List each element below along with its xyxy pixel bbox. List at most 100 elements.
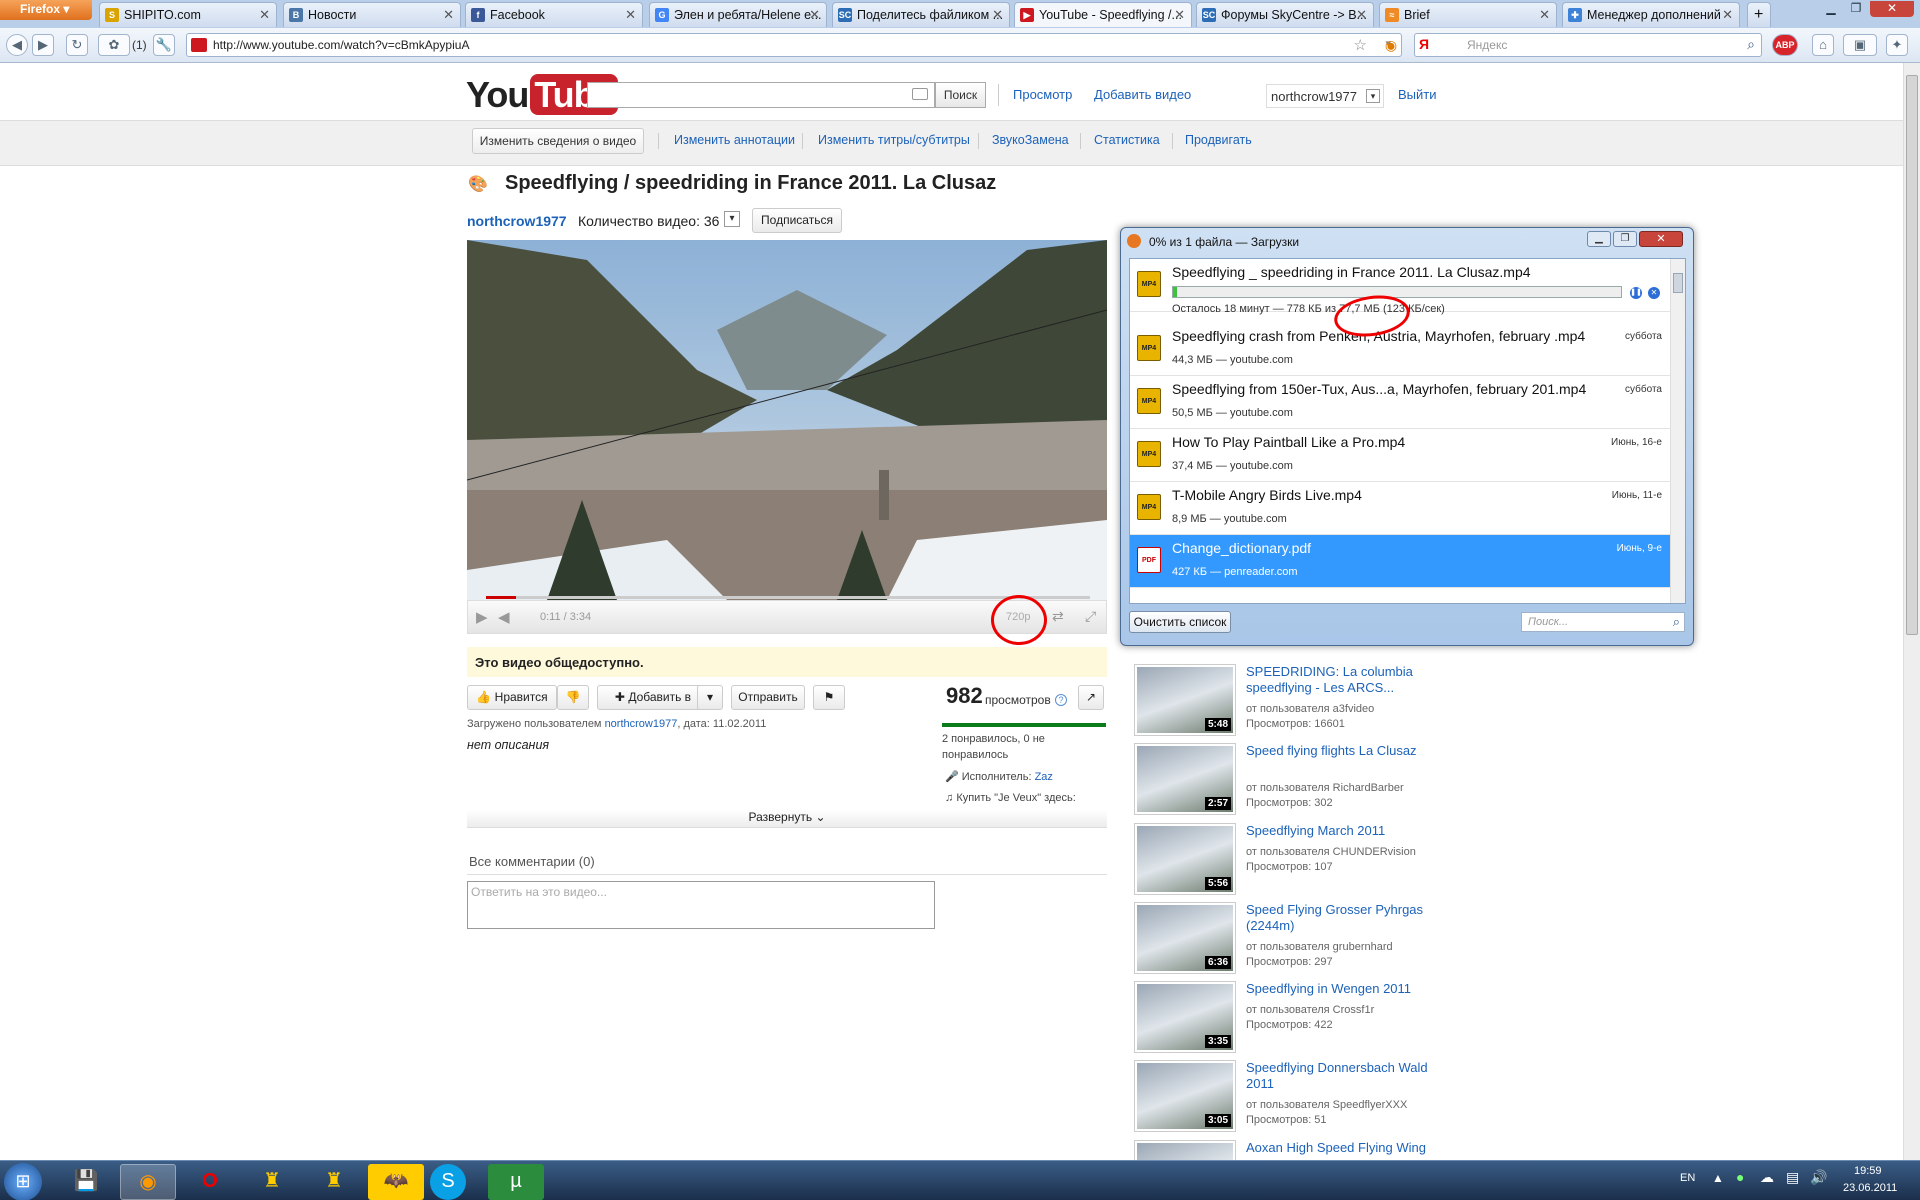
popout-icon[interactable]: ⇄ (1052, 608, 1064, 625)
download-item[interactable]: MP4 T-Mobile Angry Birds Live.mp4 8,9 МБ —… (1130, 482, 1670, 535)
owner-link[interactable]: Изменить титры/субтитры (818, 133, 970, 147)
fullscreen-icon[interactable]: ⤢ (1085, 608, 1096, 625)
related-title[interactable]: Speedflying in Wengen 2011 (1246, 981, 1436, 997)
pause-icon[interactable]: ❚❚ (1630, 287, 1642, 299)
wrench-icon[interactable]: 🔧 (153, 34, 175, 56)
like-button[interactable]: 👍 Нравится (467, 685, 557, 710)
browser-tab[interactable]: SC Поделитесь файликом ... ✕ (832, 2, 1010, 27)
network-icon[interactable]: ▤ (1786, 1169, 1799, 1186)
scrollbar-thumb[interactable] (1906, 75, 1918, 635)
browser-tab[interactable]: f Facebook ✕ (465, 2, 643, 27)
user-menu[interactable]: northcrow1977 ▾ (1266, 84, 1384, 108)
scrollbar-thumb[interactable] (1673, 273, 1683, 293)
new-tab-button[interactable]: + (1747, 2, 1771, 27)
download-item[interactable]: PDF Change_dictionary.pdf 427 КБ — penread… (1130, 535, 1670, 588)
addon-icon[interactable]: ✿ (98, 34, 130, 56)
scrollbar[interactable] (1670, 259, 1685, 603)
related-title[interactable]: Speedflying Donnersbach Wald 2011 (1246, 1060, 1436, 1092)
browser-tab[interactable]: ≈ Brief ✕ (1379, 2, 1557, 27)
browser-tab[interactable]: G Элен и ребята/Helene e... ✕ (649, 2, 827, 27)
opera-icon[interactable]: O (182, 1164, 238, 1200)
minimize-icon[interactable]: ▁ (1587, 231, 1611, 247)
owner-link[interactable]: Статистика (1094, 133, 1160, 147)
video-count[interactable]: Количество видео: 36 (578, 213, 719, 229)
tray-expand-icon[interactable]: ▲ (1712, 1171, 1724, 1185)
close-tab-icon[interactable]: ✕ (1722, 7, 1733, 23)
back-icon[interactable]: ◀ (6, 34, 28, 56)
video-thumbnail[interactable]: 3:35 (1134, 981, 1236, 1053)
related-video[interactable]: 2:57 Speed flying flights La Clusaz от пол… (1134, 743, 1434, 815)
download-item[interactable]: MP4 Speedflying from 150er-Tux, Aus...a, … (1130, 376, 1670, 429)
add-to-button[interactable]: ✚ Добавить в (597, 685, 709, 710)
dislike-button[interactable]: 👎 (557, 685, 589, 710)
uploader-link[interactable]: northcrow1977 (605, 718, 678, 730)
start-button[interactable]: ⊞ (4, 1163, 42, 1200)
close-tab-icon[interactable]: ✕ (259, 7, 270, 23)
buy-line[interactable]: ♫ Купить "Je Veux" здесь: (945, 792, 1076, 804)
logout-link[interactable]: Выйти (1398, 87, 1437, 102)
close-tab-icon[interactable]: ✕ (1174, 7, 1185, 23)
adblock-icon[interactable]: ABP (1772, 34, 1798, 56)
home-icon[interactable]: ⌂ (1812, 34, 1834, 56)
close-tab-icon[interactable]: ✕ (992, 7, 1003, 23)
download-item[interactable]: MP4 How To Play Paintball Like a Pro.mp4 3… (1130, 429, 1670, 482)
downloads-search-input[interactable]: Поиск... ⌕ (1521, 612, 1685, 632)
help-icon[interactable]: ? (1055, 694, 1067, 706)
related-title[interactable]: Speed Flying Grosser Pyhrgas (2244m) (1246, 902, 1436, 934)
close-tab-icon[interactable]: ✕ (1539, 7, 1550, 23)
browser-tab[interactable]: ✚ Менеджер дополнений ✕ (1562, 2, 1740, 27)
artist-link[interactable]: Zaz (1035, 771, 1053, 783)
related-title[interactable]: Speedflying March 2011 (1246, 823, 1436, 839)
browse-link[interactable]: Просмотр (1013, 87, 1072, 102)
close-tab-icon[interactable]: ✕ (443, 7, 454, 23)
video-thumbnail[interactable]: 5:48 (1134, 664, 1236, 736)
yandex-search-bar[interactable]: Я Яндекс ⌕ (1414, 33, 1762, 57)
close-tab-icon[interactable]: ✕ (1356, 7, 1367, 23)
firefox-taskbar-icon[interactable]: ◉ (120, 1164, 176, 1200)
firefox-menu-button[interactable]: Firefox ▾ (0, 0, 92, 20)
comment-input[interactable]: Ответить на это видео... (467, 881, 935, 929)
video-thumbnail[interactable]: 5:56 (1134, 823, 1236, 895)
upload-link[interactable]: Добавить видео (1094, 87, 1191, 102)
channel-link[interactable]: northcrow1977 (467, 213, 567, 229)
maximize-icon[interactable]: ❐ (1845, 1, 1867, 17)
browser-tab[interactable]: S SHIPITO.com ✕ (99, 2, 277, 27)
bookmark-star-icon[interactable]: ☆ (1354, 36, 1367, 54)
extension-icon[interactable]: ✦ (1886, 34, 1908, 56)
batman-icon[interactable]: 🦇 (368, 1164, 424, 1200)
stats-button[interactable]: ↗ (1078, 685, 1104, 710)
rss-icon[interactable]: ◉ (1380, 35, 1402, 57)
close-tab-icon[interactable]: ✕ (809, 7, 820, 23)
page-scrollbar[interactable] (1903, 63, 1920, 1160)
search-icon[interactable]: ⌕ (1747, 36, 1755, 53)
forward-icon[interactable]: ▶ (32, 34, 54, 56)
flag-button[interactable]: ⚑ (813, 685, 845, 710)
video-player[interactable] (467, 240, 1107, 600)
browser-tab[interactable]: ▶ YouTube - Speedflying /... ✕ (1014, 2, 1192, 27)
close-tab-icon[interactable]: ✕ (625, 7, 636, 23)
owner-link[interactable]: Изменить аннотации (674, 133, 795, 147)
close-window-icon[interactable]: ✕ (1870, 1, 1914, 17)
edit-video-button[interactable]: Изменить сведения о видео (472, 128, 644, 154)
add-to-dropdown[interactable]: ▾ (697, 685, 723, 710)
floppy-icon[interactable]: 💾 (58, 1164, 114, 1200)
utorrent-icon[interactable]: µ (488, 1164, 544, 1200)
browser-tab[interactable]: B Новости ✕ (283, 2, 461, 27)
owner-link[interactable]: Продвигать (1185, 133, 1252, 147)
maximize-icon[interactable]: ❐ (1613, 231, 1637, 247)
language-indicator[interactable]: EN (1680, 1172, 1695, 1184)
related-video[interactable]: 6:36 Speed Flying Grosser Pyhrgas (2244m)… (1134, 902, 1434, 974)
close-icon[interactable]: ✕ (1639, 231, 1683, 247)
youtube-search-button[interactable]: Поиск (935, 82, 986, 108)
clear-list-button[interactable]: Очистить список (1129, 611, 1231, 633)
video-thumbnail[interactable]: 3:05 (1134, 1060, 1236, 1132)
related-video[interactable]: 5:48 SPEEDRIDING: La columbia speedflying… (1134, 664, 1434, 736)
reload-icon[interactable]: ↻ (66, 34, 88, 56)
download-item[interactable]: MP4 Speedflying crash from Penken, Austri… (1130, 323, 1670, 376)
chevron-down-icon[interactable]: ▾ (724, 211, 740, 227)
browser-tab[interactable]: SC Форумы SkyCentre -> B... ✕ (1196, 2, 1374, 27)
volume-icon[interactable]: ◀ (498, 608, 510, 626)
progress-track[interactable] (486, 596, 1090, 599)
video-thumbnail[interactable]: 2:57 (1134, 743, 1236, 815)
volume-icon[interactable]: 🔊 (1810, 1169, 1827, 1186)
